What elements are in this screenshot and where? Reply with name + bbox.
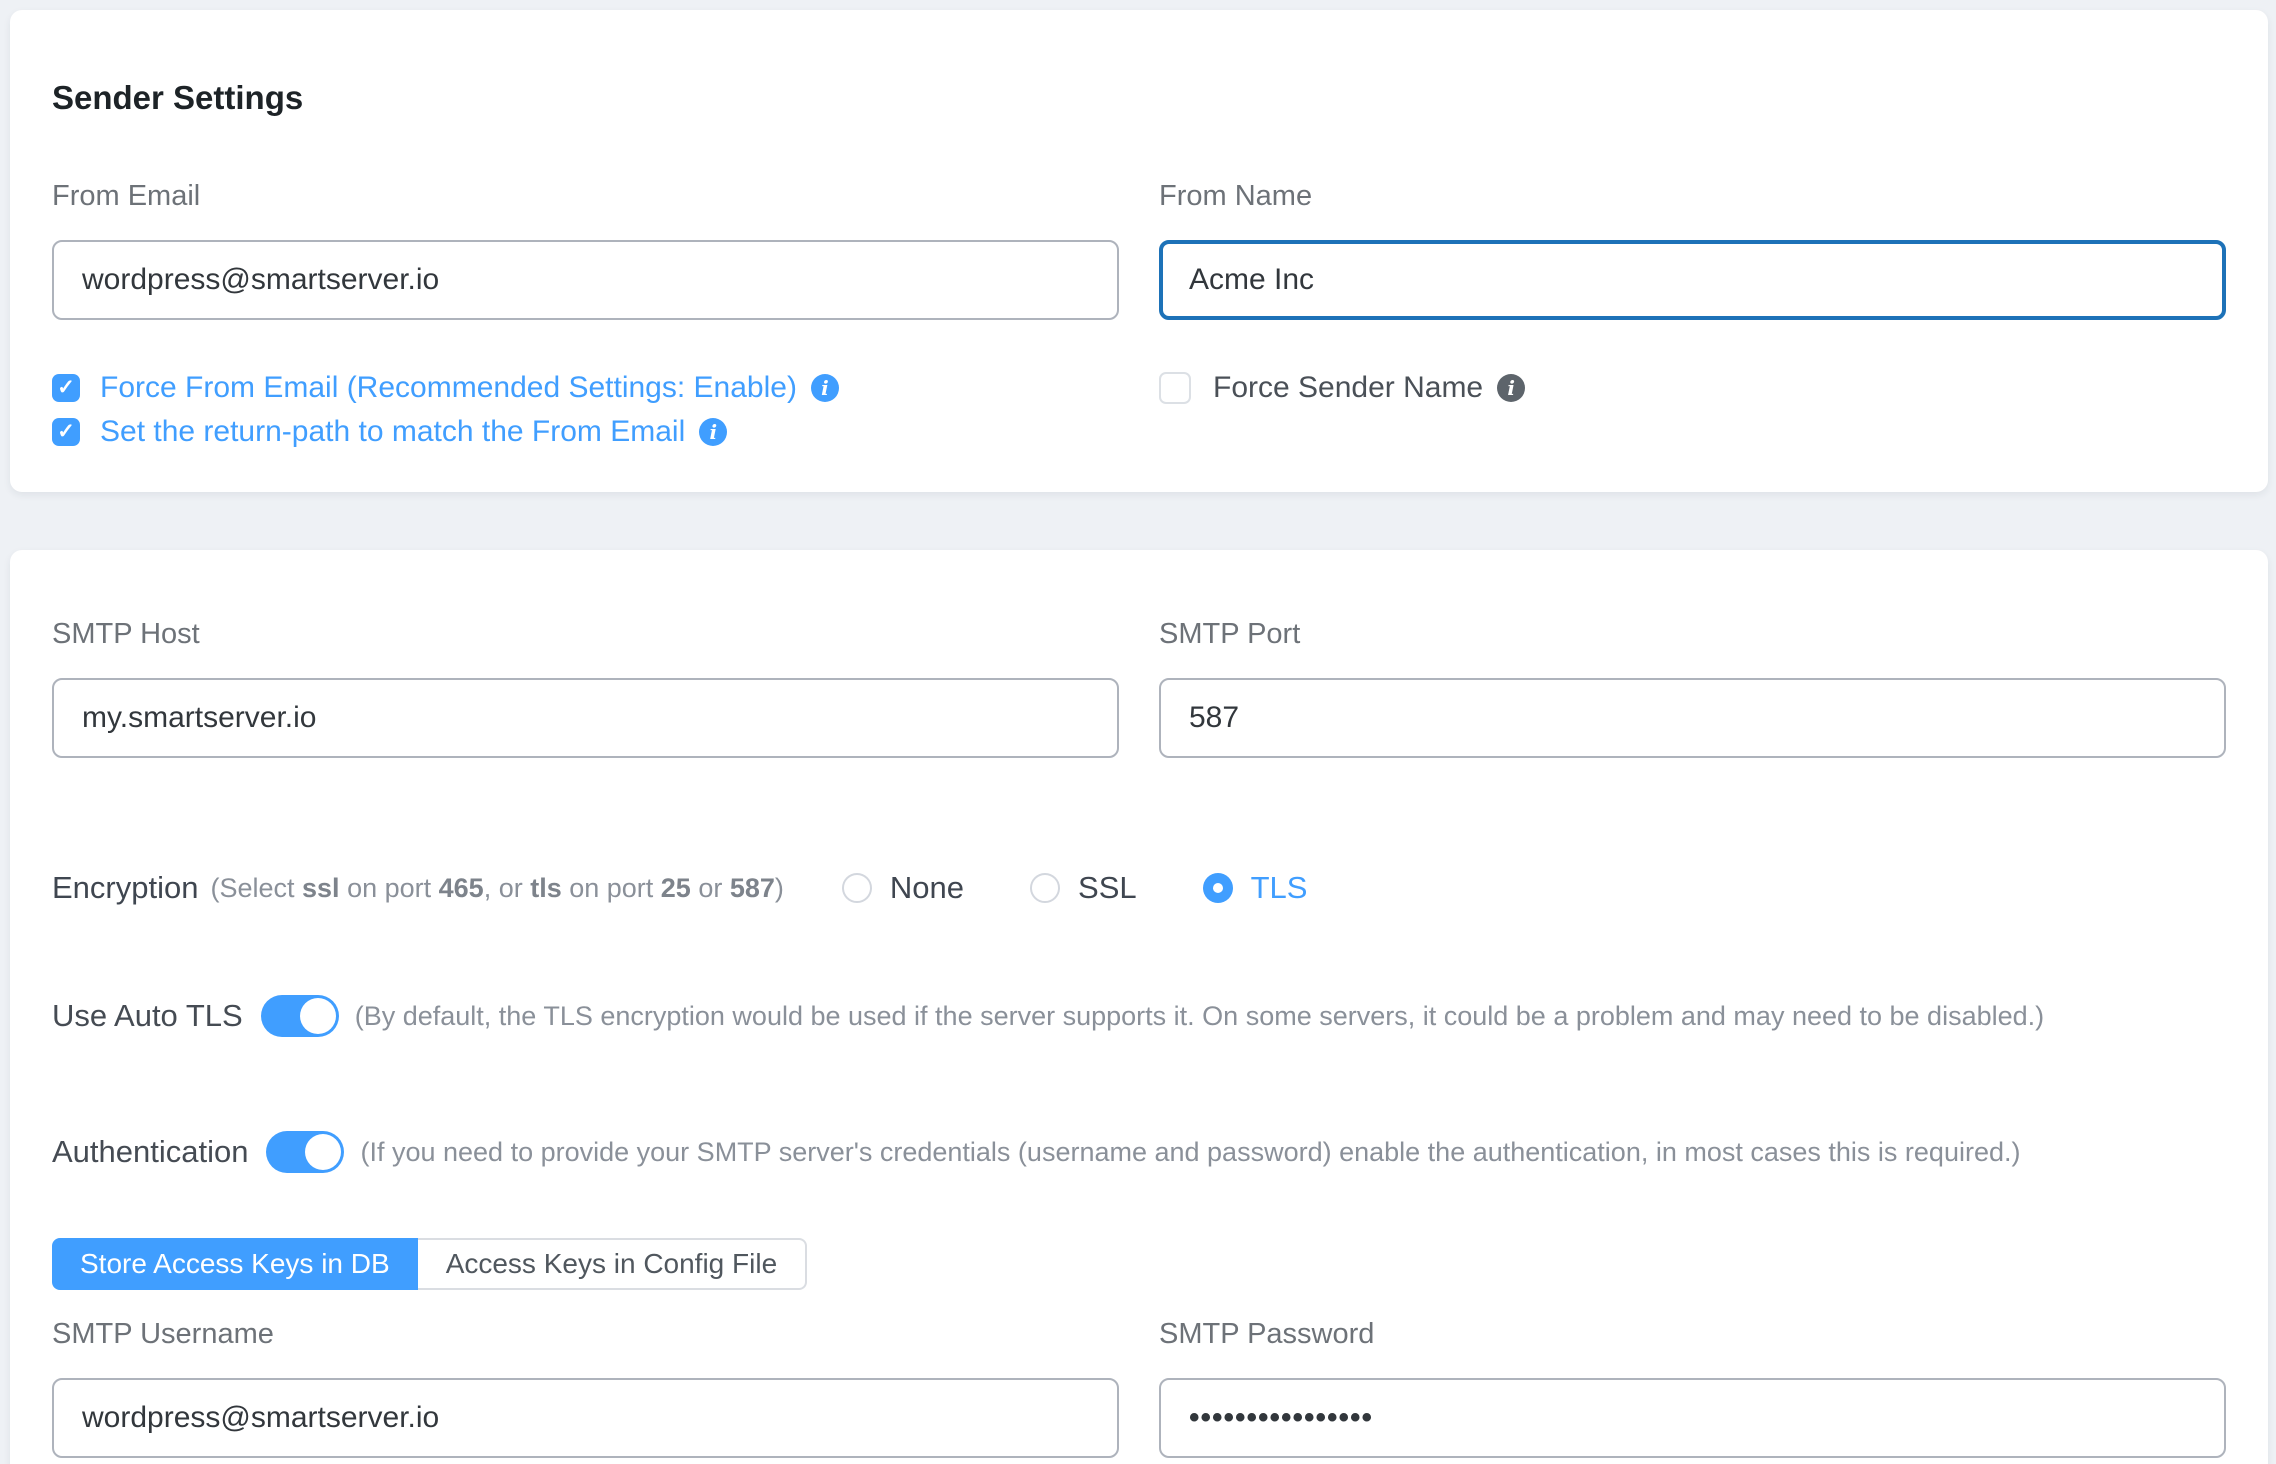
auto-tls-toggle[interactable] <box>261 995 339 1037</box>
toggle-knob-icon <box>300 998 336 1034</box>
smtp-password-input[interactable] <box>1159 1378 2226 1458</box>
smtp-host-port-row: SMTP Host SMTP Port <box>52 614 2226 758</box>
from-email-label: From Email <box>52 176 1119 216</box>
return-path-row: ✓ Set the return-path to match the From … <box>52 414 1119 450</box>
sender-fields-row: From Email ✓ Force From Email (Recommend… <box>52 176 2226 450</box>
encryption-label: Encryption <box>52 870 198 906</box>
force-sender-name-checkbox[interactable] <box>1159 372 1191 404</box>
toggle-knob-icon <box>305 1134 341 1170</box>
info-icon[interactable]: i <box>699 418 727 446</box>
smtp-username-input[interactable] <box>52 1378 1119 1458</box>
from-name-field-group: From Name Force Sender Name i <box>1159 176 2226 450</box>
smtp-port-label: SMTP Port <box>1159 614 2226 654</box>
sender-settings-title: Sender Settings <box>52 76 2226 120</box>
smtp-connection-card: SMTP Host SMTP Port Encryption (Select s… <box>10 550 2268 1464</box>
authentication-label: Authentication <box>52 1134 248 1170</box>
force-sender-name-group: Force Sender Name i <box>1159 370 2226 406</box>
from-name-input[interactable] <box>1159 240 2226 320</box>
key-storage-tabs: Store Access Keys in DB Access Keys in C… <box>52 1238 807 1290</box>
smtp-host-label: SMTP Host <box>52 614 1119 654</box>
auto-tls-description: (By default, the TLS encryption would be… <box>355 1001 2044 1032</box>
encryption-option-ssl[interactable]: SSL <box>1030 870 1137 906</box>
info-icon[interactable]: i <box>1497 374 1525 402</box>
smtp-credentials-row: SMTP Username SMTP Password <box>52 1314 2226 1458</box>
force-sender-name-row: Force Sender Name i <box>1159 370 2226 406</box>
authentication-description: (If you need to provide your SMTP server… <box>360 1137 2020 1168</box>
sender-checkboxes: ✓ Force From Email (Recommended Settings… <box>52 370 1119 450</box>
from-email-input[interactable] <box>52 240 1119 320</box>
encryption-option-none-label: None <box>890 870 964 906</box>
force-sender-name-label[interactable]: Force Sender Name <box>1213 371 1483 405</box>
force-from-email-checkbox[interactable]: ✓ <box>52 374 80 402</box>
smtp-port-input[interactable] <box>1159 678 2226 758</box>
encryption-option-ssl-label: SSL <box>1078 870 1137 906</box>
authentication-row: Authentication (If you need to provide y… <box>52 1130 2226 1174</box>
encryption-option-tls-label: TLS <box>1251 870 1308 906</box>
sender-settings-card: Sender Settings From Email ✓ Force From … <box>10 10 2268 492</box>
smtp-username-field-group: SMTP Username <box>52 1314 1119 1458</box>
from-name-label: From Name <box>1159 176 2226 216</box>
smtp-host-field-group: SMTP Host <box>52 614 1119 758</box>
from-email-field-group: From Email ✓ Force From Email (Recommend… <box>52 176 1119 450</box>
radio-icon <box>842 873 872 903</box>
encryption-radio-group: None SSL TLS <box>842 870 1308 906</box>
info-icon[interactable]: i <box>811 374 839 402</box>
tab-keys-in-config-file[interactable]: Access Keys in Config File <box>418 1238 807 1290</box>
force-from-email-row: ✓ Force From Email (Recommended Settings… <box>52 370 1119 406</box>
authentication-toggle[interactable] <box>266 1131 344 1173</box>
smtp-password-field-group: SMTP Password <box>1159 1314 2226 1458</box>
return-path-checkbox[interactable]: ✓ <box>52 418 80 446</box>
encryption-option-none[interactable]: None <box>842 870 964 906</box>
smtp-host-input[interactable] <box>52 678 1119 758</box>
auto-tls-label: Use Auto TLS <box>52 998 243 1034</box>
smtp-password-label: SMTP Password <box>1159 1314 2226 1354</box>
smtp-port-field-group: SMTP Port <box>1159 614 2226 758</box>
encryption-hint: (Select ssl on port 465, or tls on port … <box>210 873 783 904</box>
radio-selected-icon <box>1203 873 1233 903</box>
smtp-username-label: SMTP Username <box>52 1314 1119 1354</box>
encryption-row: Encryption (Select ssl on port 465, or t… <box>52 866 2226 910</box>
return-path-label[interactable]: Set the return-path to match the From Em… <box>100 415 685 449</box>
force-from-email-label[interactable]: Force From Email (Recommended Settings: … <box>100 371 797 405</box>
auto-tls-row: Use Auto TLS (By default, the TLS encryp… <box>52 994 2226 1038</box>
encryption-option-tls[interactable]: TLS <box>1203 870 1308 906</box>
radio-icon <box>1030 873 1060 903</box>
tab-store-keys-in-db[interactable]: Store Access Keys in DB <box>52 1238 418 1290</box>
